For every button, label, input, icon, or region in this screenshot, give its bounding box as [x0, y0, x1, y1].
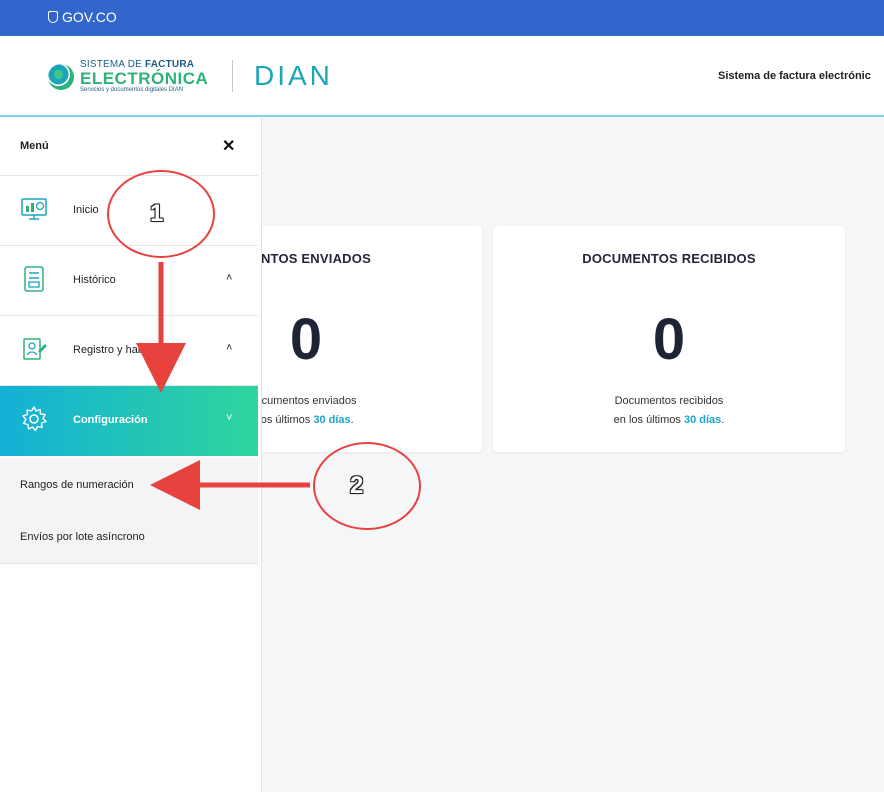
sidebar-menu: Menú ✕ Inicio Histórico ˄ Registro y hab… — [0, 118, 262, 792]
menu-title: Menú — [20, 140, 49, 152]
menu-header: Menú ✕ — [0, 118, 258, 176]
gov-co-link[interactable]: GOV.CO — [48, 9, 117, 25]
sidebar-item-inicio[interactable]: Inicio — [0, 176, 258, 246]
card-title: DOCUMENTOS RECIBIDOS — [582, 251, 756, 266]
logo-line2: ELECTRÓNICA — [80, 69, 209, 88]
dian-logo[interactable]: DIAN — [254, 60, 333, 92]
card-period: en los últimos 30 días. — [613, 414, 725, 426]
document-list-icon — [24, 266, 44, 292]
sidebar-item-label: Registro y habilitación — [73, 344, 181, 356]
header-divider — [232, 60, 233, 92]
sidebar-item-label: Inicio — [73, 204, 99, 216]
annotation-step-2: 2 — [350, 472, 364, 499]
annotation-step-1: 1 — [150, 200, 164, 227]
sidebar-item-registro[interactable]: Registro y habilitación ˄ — [0, 316, 258, 386]
gov-shield-icon — [48, 11, 58, 23]
submenu-item-rangos[interactable]: Rangos de numeración — [20, 479, 134, 491]
dashboard-icon — [21, 198, 47, 220]
sidebar-item-label: Configuración — [73, 414, 148, 426]
card-value: 0 — [652, 307, 686, 372]
sidebar-item-historico[interactable]: Histórico ˄ — [0, 246, 258, 316]
site-header: SISTEMA DE FACTURA ELECTRÓNICA Servicios… — [0, 36, 884, 117]
card-caption: Documentos recibidos — [614, 395, 724, 407]
registration-icon — [23, 338, 47, 360]
chevron-up-icon[interactable]: ˄ — [226, 342, 232, 354]
gov-bar: GOV.CO — [0, 0, 884, 36]
gear-icon — [22, 406, 47, 432]
card-documents-received: DOCUMENTOS RECIBIDOS 0 Documentos recibi… — [493, 226, 845, 452]
close-icon[interactable]: ✕ — [222, 136, 235, 156]
configuracion-submenu: Rangos de numeración Envíos por lote así… — [0, 458, 258, 564]
header-title: Sistema de factura electrónic — [718, 70, 871, 82]
factura-electronica-logo[interactable]: SISTEMA DE FACTURA ELECTRÓNICA Servicios… — [48, 60, 208, 93]
sidebar-item-configuracion[interactable]: Configuración ˅ — [0, 386, 258, 456]
chevron-up-icon[interactable]: ˄ — [226, 272, 232, 284]
main-content — [262, 118, 884, 792]
submenu-item-envios-lote[interactable]: Envíos por lote asíncrono — [20, 531, 145, 543]
sidebar-item-label: Histórico — [73, 274, 116, 286]
gov-label: GOV.CO — [62, 9, 117, 25]
chevron-down-icon[interactable]: ˅ — [226, 412, 232, 424]
globe-logo-icon — [48, 63, 74, 90]
